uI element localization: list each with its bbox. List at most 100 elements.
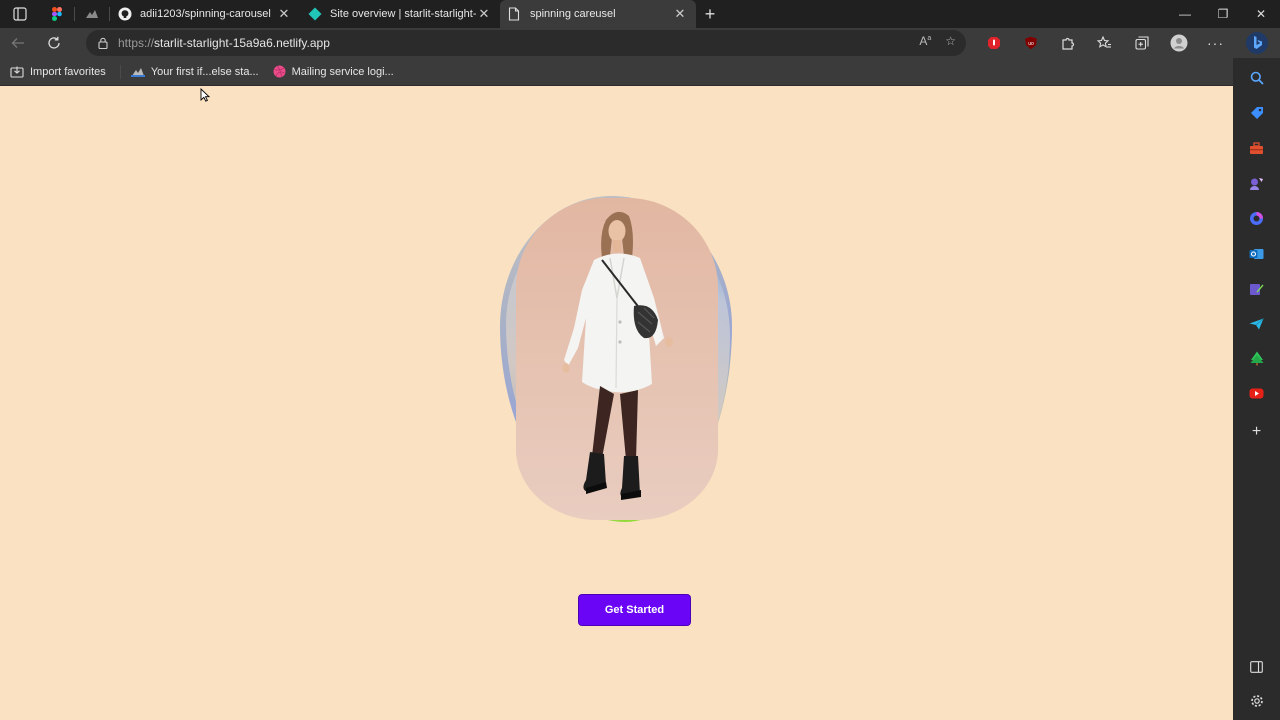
carousel-card-front [516, 198, 718, 520]
import-icon [10, 66, 24, 78]
codedamn-icon [130, 67, 145, 77]
sidebar-copilot-button[interactable] [1248, 210, 1265, 227]
address-bar[interactable]: https://starlit-starlight-15a9a6.netlify… [86, 30, 966, 56]
pinned-tab-figma[interactable] [40, 0, 74, 28]
bookmark-label: Import favorites [30, 65, 106, 78]
favorites-bar: Import favorites Your first if...else st… [0, 58, 1233, 86]
get-started-button[interactable]: Get Started [578, 594, 691, 626]
sidebar-send-button[interactable] [1248, 315, 1265, 332]
games-icon [1250, 178, 1263, 190]
avatar-icon [1170, 34, 1187, 52]
address-bar-actions: Aa ☆ [919, 34, 956, 48]
tab-actions-icon [13, 7, 27, 21]
codedamn-icon [86, 10, 98, 18]
tab-github[interactable]: adii1203/spinning-carousel ✕ [110, 0, 300, 28]
restore-button[interactable]: ❐ [1204, 0, 1242, 28]
extension-button[interactable]: uo [1012, 28, 1049, 58]
sidebar-add-button[interactable]: + [1248, 423, 1265, 440]
collections-button[interactable] [1123, 28, 1160, 58]
bookmark-mailing-service[interactable]: Mailing service logi... [273, 65, 394, 78]
url-scheme: https:// [118, 36, 155, 50]
bookmark-codedamn[interactable]: Your first if...else sta... [130, 65, 259, 78]
gear-icon [1250, 694, 1263, 707]
dribbble-icon [273, 65, 286, 78]
pinned-tab-codedamn[interactable] [75, 0, 109, 28]
tab-title: spinning careusel [530, 8, 616, 20]
github-icon [118, 7, 132, 21]
favorites-button[interactable] [1086, 28, 1123, 58]
close-icon[interactable]: ✕ [672, 6, 688, 22]
sidebar-games-button[interactable] [1248, 175, 1265, 192]
page-icon [508, 7, 520, 21]
minimize-button[interactable]: — [1166, 0, 1204, 28]
bing-copilot-button[interactable] [1233, 28, 1280, 58]
bookmark-separator [119, 64, 121, 79]
tab-title: Site overview | starlit-starlight-15 [330, 8, 476, 20]
collections-icon [1134, 36, 1149, 50]
sidebar-hide-button[interactable] [1248, 658, 1265, 675]
tab-active[interactable]: spinning careusel ✕ [500, 0, 696, 28]
tag-icon [1250, 106, 1263, 119]
url-host: starlit-starlight-15a9a6.netlify.app [154, 36, 330, 50]
adblock-icon [987, 37, 1000, 49]
netlify-icon [308, 7, 322, 21]
restore-icon: ❐ [1217, 7, 1229, 21]
bookmark-label: Your first if...else sta... [150, 65, 259, 78]
profile-button[interactable] [1160, 28, 1197, 58]
close-icon: ✕ [1255, 7, 1267, 21]
tab-title: adii1203/spinning-carousel [140, 8, 271, 20]
bookmark-import-favorites[interactable]: Import favorites [10, 66, 106, 78]
tab-actions-button[interactable] [0, 0, 40, 28]
spinning-carousel [500, 196, 732, 522]
edit-icon [1250, 284, 1264, 295]
sidebar-search-button[interactable] [1248, 69, 1265, 86]
tab-netlify[interactable]: Site overview | starlit-starlight-15 ✕ [300, 0, 500, 28]
close-icon[interactable]: ✕ [276, 6, 292, 22]
more-icon: ··· [1207, 35, 1224, 51]
lock-icon [98, 37, 108, 49]
tree-icon [1250, 351, 1263, 366]
favorites-icon [1097, 36, 1111, 48]
sidebar-outlook-button[interactable] [1248, 245, 1265, 262]
sidebar-toggle-icon [1250, 660, 1263, 673]
fashion-model-image [516, 198, 718, 520]
page-content: Get Started [0, 86, 1233, 720]
office-icon [1250, 212, 1263, 225]
refresh-icon [48, 36, 60, 49]
plus-icon: + [1251, 422, 1262, 440]
sidebar-settings-button[interactable] [1248, 692, 1265, 709]
close-window-button[interactable]: ✕ [1242, 0, 1280, 28]
sidebar-tools-button[interactable] [1248, 140, 1265, 157]
read-aloud-icon[interactable]: Aa [919, 34, 931, 48]
ublock-icon: uo [1024, 36, 1037, 50]
mouse-cursor-icon [200, 88, 210, 102]
toolbar: https://starlit-starlight-15a9a6.netlify… [0, 28, 1280, 58]
extension-button[interactable] [975, 28, 1012, 58]
sidebar-shopping-button[interactable] [1248, 104, 1265, 121]
sidebar-drop-button[interactable] [1248, 280, 1265, 297]
close-icon[interactable]: ✕ [476, 6, 492, 22]
back-arrow-icon [11, 38, 24, 48]
window-controls: — ❐ ✕ [1166, 0, 1280, 28]
back-button[interactable] [0, 28, 36, 58]
toolbar-extensions: uo ··· [975, 28, 1234, 58]
youtube-icon [1249, 388, 1264, 399]
figma-icon [52, 7, 62, 21]
settings-menu-button[interactable]: ··· [1197, 28, 1234, 58]
bookmark-label: Mailing service logi... [291, 65, 394, 78]
new-tab-button[interactable]: + [696, 0, 724, 28]
edge-sidebar: + [1233, 58, 1280, 720]
send-icon [1249, 317, 1264, 329]
tab-strip: adii1203/spinning-carousel ✕ Site overvi… [0, 0, 1280, 28]
search-icon [1250, 71, 1264, 85]
outlook-icon [1249, 248, 1264, 259]
toolbox-icon [1250, 142, 1263, 154]
puzzle-icon [1061, 37, 1074, 50]
refresh-button[interactable] [36, 28, 72, 58]
url-text[interactable]: https://starlit-starlight-15a9a6.netlify… [118, 36, 330, 50]
browser-window: adii1203/spinning-carousel ✕ Site overvi… [0, 0, 1280, 720]
sidebar-youtube-button[interactable] [1248, 385, 1265, 402]
extensions-button[interactable] [1049, 28, 1086, 58]
sidebar-tree-button[interactable] [1248, 350, 1265, 367]
add-favorite-icon[interactable]: ☆ [945, 34, 956, 48]
